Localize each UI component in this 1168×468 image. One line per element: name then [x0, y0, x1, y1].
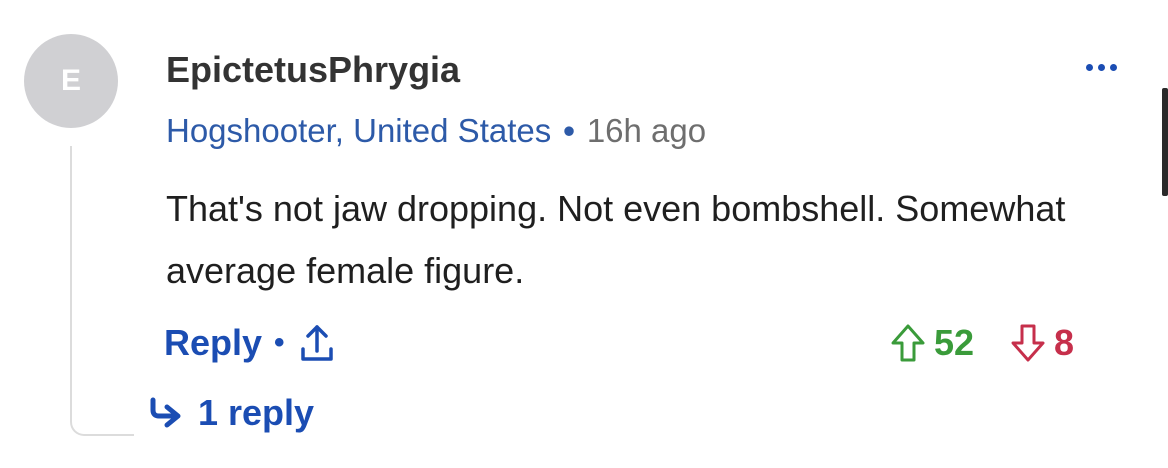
share-button[interactable] — [297, 321, 337, 365]
downvote-count: 8 — [1054, 322, 1075, 363]
reply-arrow-icon — [150, 397, 181, 428]
thread-line — [70, 146, 134, 436]
comment-text: That's not jaw dropping. Not even bombsh… — [166, 188, 1066, 291]
username[interactable]: EpictetusPhrygia — [166, 46, 460, 94]
reply-button[interactable]: Reply — [164, 322, 262, 364]
share-icon — [300, 325, 333, 361]
comment-meta: Hogshooter, United States • 16h ago — [166, 108, 706, 154]
downvote-button[interactable]: 8 — [1008, 321, 1074, 365]
view-replies-link[interactable]: 1 reply — [148, 392, 314, 434]
actions-separator: • — [274, 326, 285, 359]
arrow-down-icon — [1011, 324, 1045, 362]
comment-actions: Reply • — [164, 318, 337, 368]
vote-controls: 52 8 — [888, 318, 1074, 368]
user-location: Hogshooter, United States — [166, 112, 552, 149]
replies-count-label: 1 reply — [198, 392, 315, 433]
more-dots-icon — [1085, 63, 1117, 71]
scrollbar[interactable] — [1162, 88, 1168, 196]
upvote-count: 52 — [934, 322, 975, 363]
meta-separator: • — [563, 112, 575, 149]
upvote-button[interactable]: 52 — [888, 321, 974, 365]
arrow-up-icon — [891, 324, 925, 362]
avatar[interactable]: E — [24, 34, 118, 128]
avatar-initial: E — [60, 64, 81, 97]
timestamp: 16h ago — [586, 112, 707, 149]
more-options-button[interactable] — [1076, 52, 1126, 82]
